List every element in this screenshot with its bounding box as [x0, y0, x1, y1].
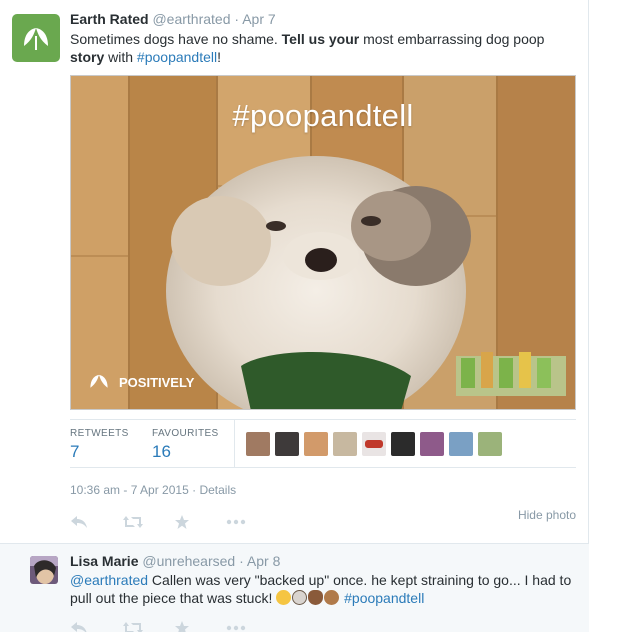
tweet-text: Sometimes dogs have no shame. Tell us yo… [70, 30, 575, 66]
favoriter-avatar[interactable] [333, 432, 357, 456]
favoriter-avatar[interactable] [420, 432, 444, 456]
favoriter-avatar[interactable] [304, 432, 328, 456]
favoriter-avatar[interactable] [391, 432, 415, 456]
flushed-face-emoji-icon [276, 590, 292, 605]
header-separator: · [239, 553, 244, 569]
reply-text: @earthrated Callen was very "backed up" … [70, 571, 575, 607]
retweets-stat[interactable]: RETWEETS 7 [70, 428, 129, 462]
user-photo-image [30, 556, 58, 584]
tweet-date[interactable]: Apr 7 [242, 11, 275, 27]
author-username[interactable]: @unrehearsed [142, 553, 235, 569]
leaf-icon [90, 374, 108, 388]
retweets-label: RETWEETS [70, 428, 129, 439]
reply-button[interactable] [70, 618, 122, 632]
reply-icon [71, 622, 87, 632]
tweet-actions [70, 512, 278, 532]
tweet-text-bold: Tell us your [281, 31, 360, 47]
tweet-card: Earth Rated @earthrated · Apr 7 Sometime… [0, 0, 589, 632]
mention-link[interactable]: @earthrated [70, 572, 148, 588]
more-icon [226, 625, 246, 631]
retweet-button[interactable] [122, 618, 174, 632]
avatar[interactable] [30, 556, 58, 584]
more-icon [226, 519, 246, 525]
more-button[interactable] [226, 618, 278, 632]
details-link[interactable]: Details [199, 483, 236, 497]
tweet-text-part: with [104, 49, 137, 65]
favourites-count[interactable]: 16 [152, 442, 219, 462]
favorite-icon [175, 515, 189, 529]
tweet-header: Earth Rated @earthrated · Apr 7 [70, 11, 276, 27]
favourites-stat[interactable]: FAVOURITES 16 [152, 428, 219, 462]
timestamp-separator: · [192, 483, 197, 497]
timestamp-text[interactable]: 10:36 am - 7 Apr 2015 [70, 483, 189, 497]
header-separator: · [234, 11, 240, 27]
reply-actions [70, 618, 278, 632]
tweet-photo[interactable]: #poopandtell POSITIVELY [70, 75, 576, 410]
tweet-text-part: most embarrassing dog poop [359, 31, 545, 47]
tweet-date[interactable]: Apr 8 [247, 553, 280, 569]
poop-emoji-icon [308, 590, 324, 605]
favoriter-avatar[interactable] [246, 432, 270, 456]
favorite-button[interactable] [174, 512, 226, 532]
hide-photo-link[interactable]: Hide photo [518, 508, 576, 522]
reply-icon [71, 516, 87, 528]
favoriter-avatars [246, 432, 502, 456]
more-button[interactable] [226, 512, 278, 532]
favorite-icon [175, 621, 189, 632]
hashtag-link[interactable]: #poopandtell [137, 49, 217, 65]
retweet-button[interactable] [122, 512, 174, 532]
favourites-label: FAVOURITES [152, 428, 219, 439]
dog-face-emoji-icon [292, 590, 308, 605]
brand-logo: POSITIVELY [87, 372, 194, 392]
tweet-stats: RETWEETS 7 FAVOURITES 16 [70, 419, 576, 468]
favoriter-avatar[interactable] [275, 432, 299, 456]
favoriter-avatar[interactable] [449, 432, 473, 456]
tweet-text-part: ! [217, 49, 221, 65]
retweet-icon [123, 622, 143, 632]
favoriter-avatar[interactable] [362, 432, 386, 456]
reply-header: Lisa Marie @unrehearsed · Apr 8 [70, 553, 280, 569]
leaf-icon [24, 28, 48, 50]
favoriter-avatar[interactable] [478, 432, 502, 456]
avatar[interactable] [12, 14, 60, 62]
brand-text: POSITIVELY [119, 374, 195, 390]
photo-hashtag-overlay: #poopandtell [232, 98, 414, 133]
author-username[interactable]: @earthrated [152, 11, 230, 27]
retweets-count[interactable]: 7 [70, 442, 129, 462]
reply-button[interactable] [70, 512, 122, 532]
retweet-icon [123, 516, 143, 528]
main-tweet[interactable]: Earth Rated @earthrated · Apr 7 Sometime… [0, 0, 589, 543]
see-no-evil-monkey-emoji-icon [324, 590, 340, 605]
tweet-text-part: Sometimes dogs have no shame. [70, 31, 282, 47]
tweet-timestamp: 10:36 am - 7 Apr 2015 · Details [70, 483, 236, 497]
author-name[interactable]: Earth Rated [70, 11, 149, 27]
reply-tweet[interactable]: Lisa Marie @unrehearsed · Apr 8 @earthra… [0, 543, 589, 632]
author-name[interactable]: Lisa Marie [70, 553, 138, 569]
stats-divider [234, 420, 235, 468]
hashtag-link[interactable]: #poopandtell [344, 590, 424, 606]
favorite-button[interactable] [174, 618, 226, 632]
tweet-text-bold: story [70, 49, 105, 65]
